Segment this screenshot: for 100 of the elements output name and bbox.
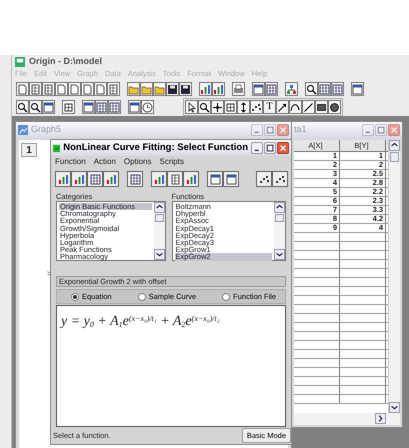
table-icon <box>319 84 330 94</box>
chart-icon <box>213 84 224 94</box>
toolbar-button[interactable] <box>272 171 288 187</box>
toolbar-button[interactable] <box>42 82 55 96</box>
table-icon <box>96 102 107 112</box>
radio-button[interactable] <box>71 292 79 300</box>
minimize-button[interactable] <box>251 142 263 154</box>
toolbar-button[interactable] <box>256 171 272 187</box>
close-button[interactable] <box>388 124 400 136</box>
cursor-icon <box>186 102 197 112</box>
search-icon <box>306 84 317 94</box>
toolbar-button[interactable] <box>107 82 120 96</box>
toolbar-button[interactable] <box>29 82 42 96</box>
toolbar-button[interactable] <box>179 82 192 96</box>
toolbar-button[interactable] <box>276 100 289 114</box>
toolbar-button[interactable] <box>128 100 141 114</box>
menu-item[interactable]: Function <box>55 156 86 168</box>
toolbar-button[interactable] <box>207 171 223 187</box>
toolbar-button[interactable] <box>82 100 95 114</box>
toolbar-button[interactable] <box>305 82 318 96</box>
scrollbar-thumb[interactable] <box>275 214 284 222</box>
toolbar-button[interactable] <box>55 82 68 96</box>
chevron-down-icon <box>390 403 399 412</box>
table-icon <box>130 174 140 184</box>
text-tool-button[interactable]: T <box>263 100 276 114</box>
printer-icon <box>233 84 244 94</box>
document-icon <box>82 84 93 94</box>
search-icon <box>17 102 28 112</box>
toolbar-button[interactable] <box>265 82 278 96</box>
toolbar-button[interactable] <box>331 82 344 96</box>
folder-icon <box>154 84 165 94</box>
spreadsheet-icon <box>43 84 54 94</box>
grid-icon <box>63 102 74 112</box>
toolbar-button[interactable] <box>318 82 331 96</box>
dialog-title: NonLinear Curve Fitting: Select Function <box>63 140 248 155</box>
folder-icon <box>128 84 139 94</box>
toolbar-button[interactable] <box>328 100 341 114</box>
toolbar-button[interactable] <box>211 100 224 114</box>
scroll-right-button[interactable] <box>375 413 386 424</box>
updown-icon <box>238 102 249 112</box>
layer-tab[interactable]: 1 <box>21 143 37 157</box>
spreadsheet-icon <box>30 84 41 94</box>
window-icon <box>83 102 94 112</box>
close-button[interactable] <box>277 142 289 154</box>
toolbar-button[interactable] <box>351 82 364 96</box>
toolbar-button[interactable] <box>250 100 263 114</box>
toolbar-button[interactable] <box>141 100 154 114</box>
toolbar-button[interactable] <box>223 171 239 187</box>
toolbar-button[interactable] <box>302 100 315 114</box>
chart-icon <box>53 142 60 154</box>
menu-item[interactable]: Scripts <box>160 156 184 168</box>
toolbar-button[interactable] <box>315 100 328 114</box>
toolbar-button[interactable] <box>198 100 211 114</box>
menu-item[interactable]: Action <box>94 156 116 168</box>
toolbar-button[interactable] <box>127 171 143 187</box>
close-button[interactable] <box>277 124 289 136</box>
maximize-button[interactable] <box>264 142 276 154</box>
clock-icon <box>142 102 153 112</box>
toolbar-button[interactable] <box>237 100 250 114</box>
chevron-right-icon <box>376 414 385 423</box>
scroll-up-button[interactable] <box>154 202 165 213</box>
toolbar-button[interactable] <box>29 100 42 114</box>
radio-button[interactable] <box>222 292 230 300</box>
rectangle-icon <box>316 102 327 112</box>
toolbar-button[interactable] <box>167 171 183 187</box>
radio-button[interactable] <box>138 292 146 300</box>
window-icon <box>129 102 140 112</box>
document-icon <box>69 84 80 94</box>
toolbar-button[interactable] <box>166 82 179 96</box>
toolbar-button[interactable] <box>185 100 198 114</box>
toolbar-button[interactable] <box>62 100 75 114</box>
toolbar-button[interactable] <box>289 100 302 114</box>
graph-window-icon <box>18 125 28 135</box>
close-icon <box>278 126 288 134</box>
toolbar-button[interactable] <box>224 100 237 114</box>
scroll-up-button[interactable] <box>274 202 285 213</box>
scroll-up-button[interactable] <box>389 140 400 151</box>
chevron-down-icon <box>154 250 164 259</box>
scroll-down-button[interactable] <box>154 249 165 260</box>
toolbar-button[interactable] <box>232 82 245 96</box>
scrollbar-thumb[interactable] <box>154 214 164 222</box>
toolbar-button[interactable] <box>95 100 108 114</box>
window-title: Graph5 <box>31 123 62 136</box>
spreadsheet-icon <box>108 84 119 94</box>
toolbar-button[interactable] <box>16 100 29 114</box>
scrollbar-thumb[interactable] <box>390 152 399 162</box>
toolbar-button[interactable] <box>81 82 94 96</box>
toolbar-button[interactable] <box>87 171 103 187</box>
toolbar-button[interactable] <box>108 100 121 114</box>
scroll-down-button[interactable] <box>389 402 400 413</box>
document-icon <box>56 84 67 94</box>
menu-item[interactable]: Options <box>124 156 152 168</box>
toolbar-button[interactable] <box>68 82 81 96</box>
toolbar-button[interactable] <box>42 100 55 114</box>
chart-icon <box>200 84 211 94</box>
toolbar-button[interactable] <box>94 82 107 96</box>
toolbar-button[interactable] <box>252 82 265 96</box>
table-icon <box>90 174 100 184</box>
toolbar-button[interactable] <box>16 82 29 96</box>
scroll-down-button[interactable] <box>274 249 285 260</box>
